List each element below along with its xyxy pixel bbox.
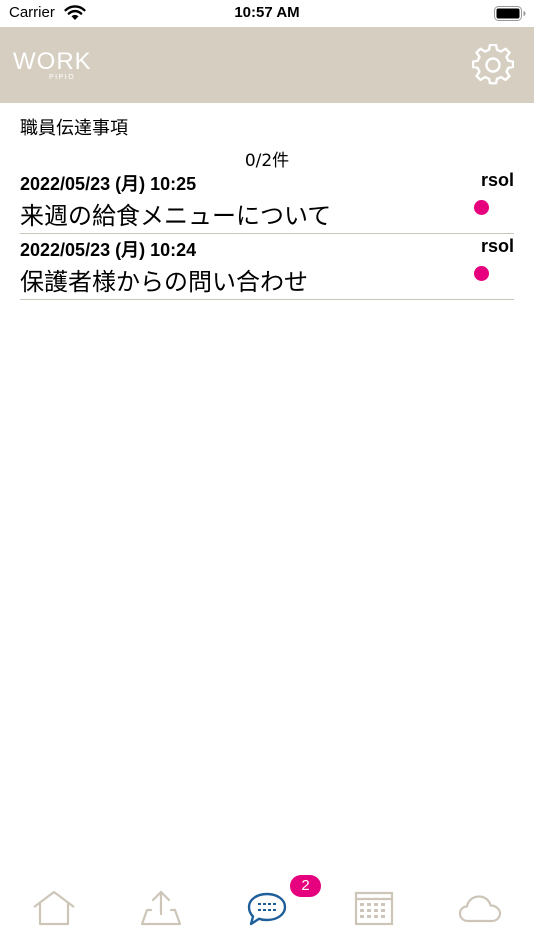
tab-cloud[interactable] <box>455 888 505 928</box>
message-list: 2022/05/23 (月) 10:25 rsol 来週の給食メニューについて … <box>20 168 514 300</box>
work-pipio-logo: WORK PIPIO <box>13 48 92 81</box>
unread-indicator <box>474 200 489 215</box>
message-sender: rsol <box>480 236 514 256</box>
message-title: 保護者様からの問い合わせ <box>20 268 308 296</box>
message-title: 来週の給食メニューについて <box>20 202 332 230</box>
status-bar: Carrier 10:57 AM <box>0 0 534 27</box>
tab-calendar[interactable] <box>349 888 399 928</box>
chat-icon <box>247 892 287 926</box>
message-row[interactable]: 2022/05/23 (月) 10:24 rsol 保護者様からの問い合わせ <box>20 234 514 300</box>
upload-icon <box>140 890 182 926</box>
home-icon <box>33 890 75 926</box>
page-title: 職員伝達事項 <box>20 118 128 139</box>
message-sender: rsol <box>480 170 514 190</box>
battery-icon <box>494 6 526 21</box>
tab-home[interactable] <box>29 888 79 928</box>
tab-upload[interactable] <box>136 888 186 928</box>
app-header: WORK PIPIO <box>0 27 534 103</box>
gear-icon <box>471 43 515 85</box>
logo-text: WORK <box>13 48 92 75</box>
tab-messages[interactable] <box>242 888 292 928</box>
cloud-icon <box>458 895 502 923</box>
messages-badge: 2 <box>290 875 321 897</box>
message-date: 2022/05/23 (月) 10:24 <box>20 240 197 260</box>
logo-subtext: PIPIO <box>49 74 75 81</box>
tab-bar <box>0 868 534 950</box>
message-date: 2022/05/23 (月) 10:25 <box>20 174 197 194</box>
message-row[interactable]: 2022/05/23 (月) 10:25 rsol 来週の給食メニューについて <box>20 168 514 234</box>
unread-indicator <box>474 266 489 281</box>
calendar-icon <box>354 891 394 926</box>
clock: 10:57 AM <box>234 4 300 21</box>
settings-button[interactable] <box>471 43 515 86</box>
